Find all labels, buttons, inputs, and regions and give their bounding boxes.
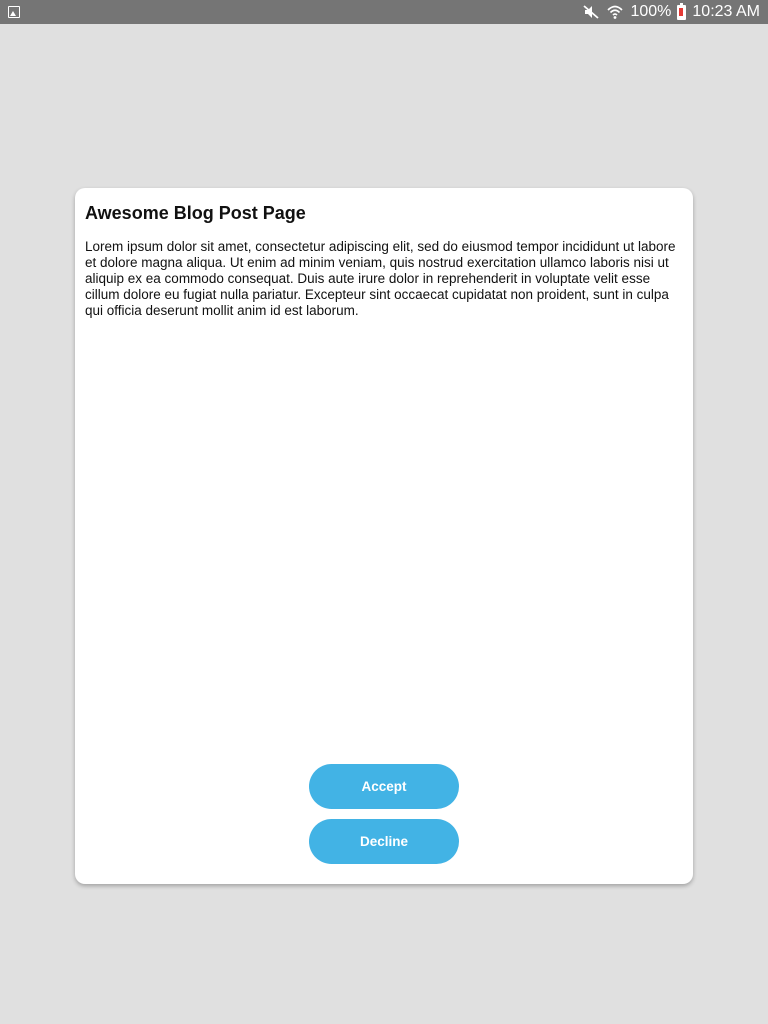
battery-charging-icon xyxy=(677,2,687,20)
status-bar-right: 100% 10:23 AM xyxy=(582,0,760,24)
dialog-title: Awesome Blog Post Page xyxy=(85,203,306,223)
battery-bolt xyxy=(679,7,684,16)
wifi-icon xyxy=(606,4,624,20)
dialog-card: Awesome Blog Post Page Lorem ipsum dolor… xyxy=(75,188,693,884)
decline-button[interactable]: Decline xyxy=(309,819,459,864)
accept-button[interactable]: Accept xyxy=(309,764,459,809)
status-bar-left xyxy=(8,6,20,18)
dialog-body-text: Lorem ipsum dolor sit amet, consectetur … xyxy=(85,239,676,318)
status-time: 10:23 AM xyxy=(692,3,760,20)
gallery-icon xyxy=(8,6,20,18)
battery-percent: 100% xyxy=(630,3,672,20)
status-bar: 100% 10:23 AM xyxy=(0,0,768,24)
mute-icon xyxy=(582,4,600,20)
